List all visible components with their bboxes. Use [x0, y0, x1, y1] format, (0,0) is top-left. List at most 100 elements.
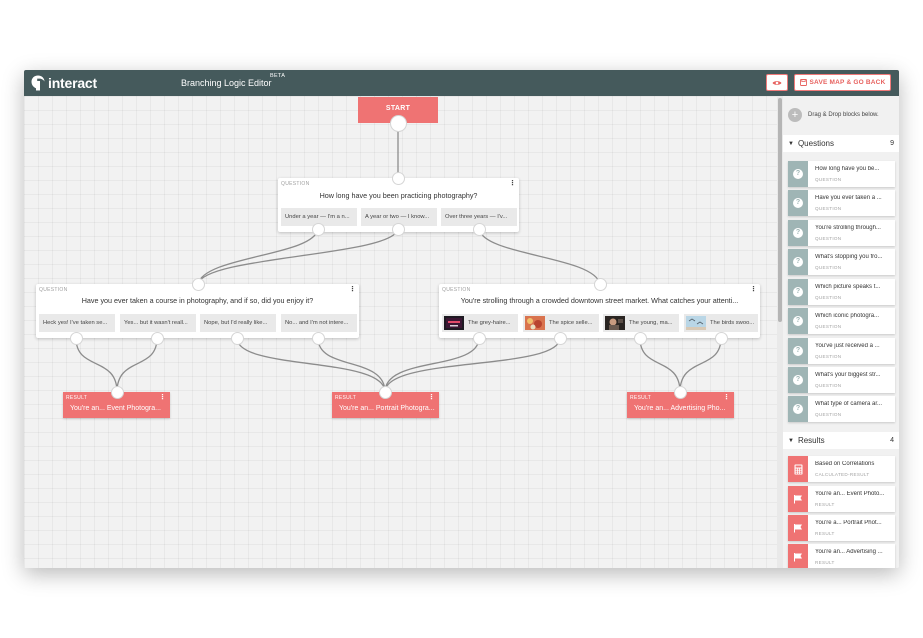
result-icon-tile [788, 486, 808, 512]
wire-q2a2-r1 [116, 337, 158, 393]
output-port[interactable] [634, 332, 647, 345]
sidebar-question-block[interactable]: ? Have you ever taken a ... QUESTION [788, 190, 895, 216]
question-icon-tile: ? [788, 249, 808, 275]
save-map-button[interactable]: SAVE MAP & GO BACK [794, 74, 891, 91]
wire-q2a1-r1 [75, 337, 118, 393]
sidebar-question-block[interactable]: ? What's stopping you fro... QUESTION [788, 249, 895, 275]
input-port[interactable] [111, 386, 124, 399]
block-title: Have you ever taken a ... [815, 195, 882, 201]
node-menu-icon[interactable]: ⋮ [349, 286, 356, 293]
result-type-label: RESULT [335, 395, 357, 401]
block-title: How long have you be... [815, 166, 880, 172]
block-title: Based on Correlations [815, 461, 875, 467]
input-port[interactable] [392, 172, 405, 185]
output-port[interactable] [473, 223, 486, 236]
output-port[interactable] [151, 332, 164, 345]
question-node-3[interactable]: QUESTION ⋮ You're strolling through a cr… [439, 284, 760, 338]
logo-text: interact [48, 75, 97, 91]
question-icon-tile: ? [788, 220, 808, 246]
wire-q3a2-r2 [384, 337, 561, 393]
branching-canvas[interactable]: START QUESTION ⋮ How long have you been … [24, 96, 777, 568]
block-type: QUESTION [815, 265, 842, 270]
question-type-label: QUESTION [39, 287, 68, 293]
question-mark-icon: ? [793, 198, 803, 208]
result-text: You're an... Portrait Photogra... [339, 405, 435, 412]
flag-icon [794, 524, 802, 533]
results-section-header[interactable]: ▼ Results 4 [783, 432, 899, 449]
node-menu-icon[interactable]: ⋮ [509, 180, 516, 187]
output-port[interactable] [715, 332, 728, 345]
scrollbar-thumb[interactable] [778, 98, 782, 322]
question-icon-tile: ? [788, 279, 808, 305]
answer-option[interactable]: The grey-haire... [442, 314, 518, 332]
start-output-port[interactable] [390, 115, 407, 132]
output-port[interactable] [473, 332, 486, 345]
output-port[interactable] [70, 332, 83, 345]
sidebar-question-block[interactable]: ? What's your biggest str... QUESTION [788, 367, 895, 393]
input-port[interactable] [594, 278, 607, 291]
question-mark-icon: ? [793, 228, 803, 238]
wire-q2a3-r2 [236, 337, 386, 393]
answer-option[interactable]: The young, ma... [603, 314, 679, 332]
question-node-2[interactable]: QUESTION ⋮ Have you ever taken a course … [36, 284, 359, 338]
output-port[interactable] [312, 223, 325, 236]
wire-q3a4-r3 [679, 337, 722, 393]
block-type: CALCULATED-RESULT [815, 472, 870, 477]
output-port[interactable] [392, 223, 405, 236]
block-type: QUESTION [815, 206, 842, 211]
sidebar-result-block[interactable]: You're an... Event Photo... RESULT [788, 486, 895, 512]
wire-q1a2-q2 [197, 228, 399, 285]
question-text: Have you ever taken a course in photogra… [81, 296, 314, 305]
beta-badge: BETA [270, 73, 286, 79]
question-icon-tile: ? [788, 367, 808, 393]
node-menu-icon[interactable]: ⋮ [750, 286, 757, 293]
sidebar-result-block[interactable]: You're an... Advertising ... RESULT [788, 544, 895, 568]
question-type-label: QUESTION [442, 287, 471, 293]
node-menu-icon[interactable]: ⋮ [723, 394, 730, 401]
answer-label: The grey-haire... [468, 320, 511, 326]
answer-label: The young, ma... [629, 320, 673, 326]
sidebar-question-block[interactable]: ? Which iconic photogra... QUESTION [788, 308, 895, 334]
questions-section-header[interactable]: ▼ Questions 9 [783, 135, 899, 152]
questions-label: Questions [797, 139, 834, 148]
question-mark-icon: ? [793, 257, 803, 267]
question-type-label: QUESTION [281, 181, 310, 187]
sidebar-question-block[interactable]: ? You've just received a ... QUESTION [788, 338, 895, 364]
input-port[interactable] [379, 386, 392, 399]
input-port[interactable] [674, 386, 687, 399]
output-port[interactable] [312, 332, 325, 345]
answer-image [686, 316, 706, 330]
answer-image [444, 316, 464, 330]
sidebar-question-block[interactable]: ? Which picture speaks t... QUESTION [788, 279, 895, 305]
input-port[interactable] [192, 278, 205, 291]
answer-image [525, 316, 545, 330]
block-type: QUESTION [815, 236, 842, 241]
answer-option[interactable]: Yes... but it wasn't reall... [120, 314, 196, 332]
sidebar-question-block[interactable]: ? You're strolling through... QUESTION [788, 220, 895, 246]
sidebar-result-block[interactable]: You're a... Portrait Phot... RESULT [788, 515, 895, 541]
sidebar-result-block[interactable]: Based on Correlations CALCULATED-RESULT [788, 456, 895, 482]
block-title: What's stopping you fro... [815, 254, 883, 260]
preview-button[interactable] [766, 74, 788, 91]
top-bar: interact Branching Logic Editor BETA SAV… [24, 70, 899, 96]
answer-option[interactable]: No... and I'm not intere... [281, 314, 357, 332]
sidebar-question-block[interactable]: ? What type of camera ar... QUESTION [788, 396, 895, 422]
output-port[interactable] [231, 332, 244, 345]
answer-option[interactable]: The birds swoo... [684, 314, 758, 332]
answer-option[interactable]: Nope, but I'd really like... [200, 314, 276, 332]
sidebar-question-block[interactable]: ? How long have you be... QUESTION [788, 161, 895, 187]
wire-q1a3-q3 [478, 228, 601, 285]
drag-drop-hint: + Drag & Drop blocks below. [788, 108, 879, 122]
eye-icon [772, 80, 782, 85]
editor-title: Branching Logic Editor [181, 78, 272, 88]
wire-q2a4-r2 [317, 337, 386, 393]
answer-image [605, 316, 625, 330]
answer-option[interactable]: Heck yes! I've taken se... [39, 314, 115, 332]
block-type: QUESTION [815, 354, 842, 359]
output-port[interactable] [554, 332, 567, 345]
node-menu-icon[interactable]: ⋮ [159, 394, 166, 401]
answer-option[interactable]: The spice selle... [523, 314, 599, 332]
logo: interact [31, 74, 97, 92]
node-menu-icon[interactable]: ⋮ [428, 394, 435, 401]
block-title: You're an... Event Photo... [815, 491, 885, 497]
